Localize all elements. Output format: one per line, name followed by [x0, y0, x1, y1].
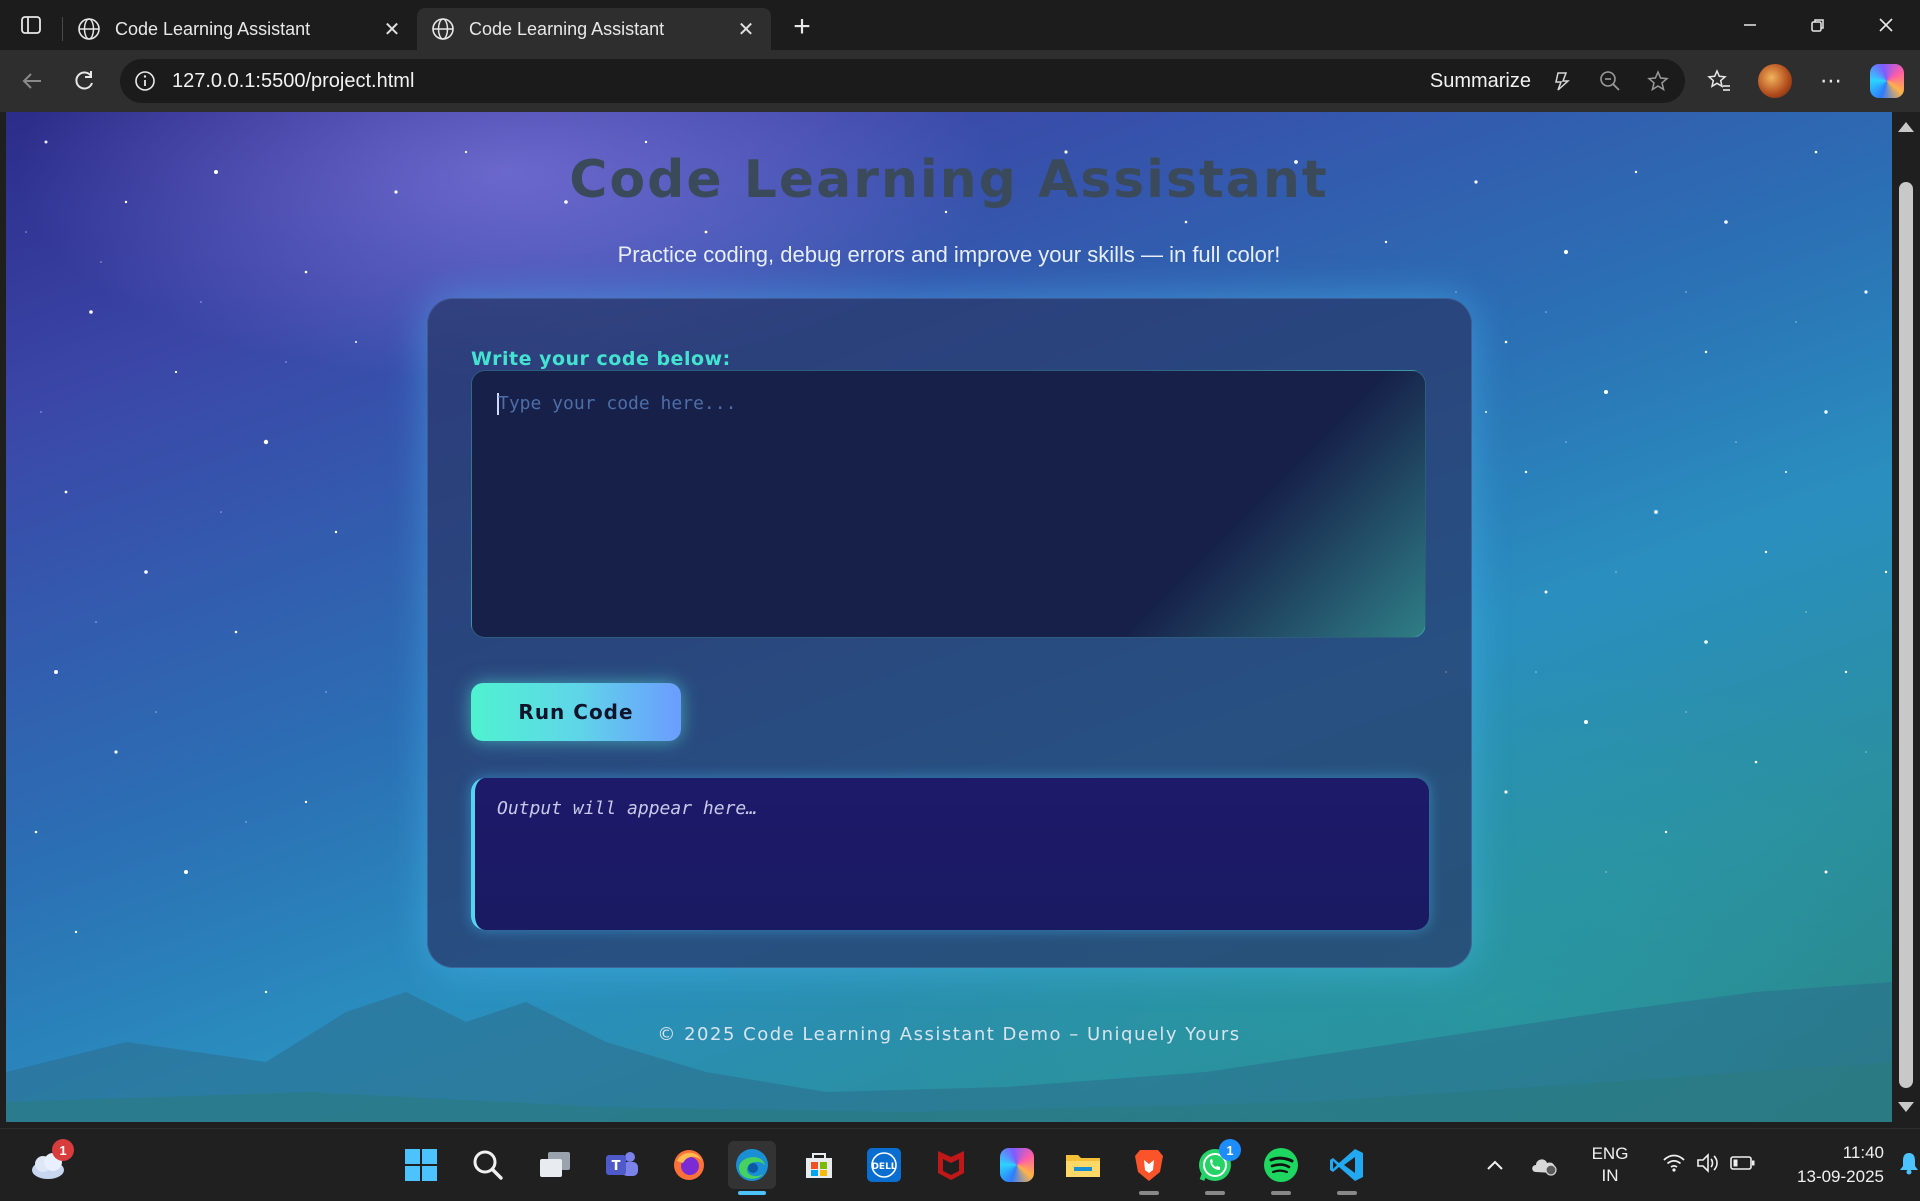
scroll-thumb[interactable]	[1899, 182, 1913, 1088]
minimize-icon[interactable]	[1716, 0, 1784, 50]
whatsapp-icon[interactable]: 1	[1191, 1139, 1241, 1195]
windows-start-icon[interactable]	[397, 1141, 445, 1189]
edge-icon[interactable]	[728, 1141, 776, 1195]
restore-icon[interactable]	[1784, 0, 1852, 50]
page-subtitle: Practice coding, debug errors and improv…	[617, 242, 1281, 267]
onedrive-icon[interactable]	[1522, 1154, 1566, 1176]
info-icon[interactable]	[134, 70, 156, 92]
firefox-icon[interactable]	[665, 1141, 713, 1189]
back-icon[interactable]	[10, 59, 54, 103]
running-indicator	[1337, 1191, 1357, 1195]
tab-actions-icon[interactable]	[0, 0, 62, 50]
more-icon[interactable]: ⋯	[1808, 58, 1854, 104]
tab-2-active[interactable]: Code Learning Assistant ✕	[417, 8, 771, 50]
system-tray: ENG IN 11:40 13-09-2025	[1480, 1129, 1920, 1201]
taskbar: 1 T DELL 1 ENG IN 11:40 13-09-2025	[0, 1128, 1920, 1200]
language-indicator[interactable]: ENG IN	[1580, 1143, 1640, 1187]
globe-icon	[432, 18, 454, 40]
chevron-up-icon[interactable]	[1480, 1159, 1510, 1171]
url-text: 127.0.0.1:5500/project.html	[172, 69, 415, 92]
page-viewport: Code Learning Assistant Practice coding,…	[6, 112, 1892, 1122]
output-panel: Output will appear here…	[471, 778, 1429, 930]
scroll-down-icon[interactable]	[1898, 1102, 1914, 1112]
page-title: Code Learning Assistant	[569, 150, 1329, 210]
output-text: Output will appear here…	[497, 798, 758, 819]
svg-text:T: T	[612, 1159, 621, 1174]
running-indicator	[1205, 1191, 1225, 1195]
close-window-icon[interactable]	[1852, 0, 1920, 50]
weather-badge: 1	[52, 1139, 74, 1161]
plus-icon[interactable]: +	[777, 6, 827, 48]
editor-card: Write your code below: Type your code he…	[427, 298, 1472, 968]
page-footer: © 2025 Code Learning Assistant Demo – Un…	[657, 1024, 1241, 1045]
profile-avatar[interactable]	[1752, 58, 1798, 104]
notification-bell-icon[interactable]	[1898, 1151, 1920, 1180]
copilot-icon[interactable]	[1864, 58, 1910, 104]
whatsapp-badge: 1	[1219, 1139, 1241, 1161]
active-indicator	[738, 1191, 766, 1195]
lang-line1: ENG	[1591, 1144, 1629, 1163]
wifi-icon[interactable]	[1662, 1153, 1686, 1178]
task-view-icon[interactable]	[531, 1141, 579, 1189]
close-icon[interactable]: ✕	[735, 18, 757, 41]
store-icon[interactable]	[795, 1141, 843, 1189]
svg-text:DELL: DELL	[871, 1162, 896, 1172]
favorites-icon[interactable]	[1696, 58, 1742, 104]
page-scrollbar[interactable]	[1892, 112, 1920, 1122]
file-explorer-icon[interactable]	[1059, 1141, 1107, 1189]
tab-1[interactable]: Code Learning Assistant ✕	[63, 8, 417, 50]
tab-title: Code Learning Assistant	[469, 18, 665, 39]
copilot-summarize-icon[interactable]	[1545, 64, 1579, 98]
address-bar[interactable]: 127.0.0.1:5500/project.html Summarize	[120, 59, 1685, 103]
favorite-star-icon[interactable]	[1641, 64, 1675, 98]
address-toolbar: 127.0.0.1:5500/project.html Summarize ⋯	[0, 50, 1920, 112]
running-indicator	[1139, 1191, 1159, 1195]
running-indicator	[1271, 1191, 1291, 1195]
tab-bar: Code Learning Assistant ✕ Code Learning …	[0, 0, 1920, 50]
run-code-button[interactable]: Run Code	[471, 683, 681, 741]
clock-date: 13-09-2025	[1797, 1167, 1884, 1186]
dell-icon[interactable]: DELL	[860, 1141, 908, 1189]
summarize-button[interactable]: Summarize	[1430, 70, 1531, 93]
clock-time: 11:40	[1842, 1143, 1884, 1162]
vscode-icon[interactable]	[1323, 1141, 1371, 1195]
window-controls	[1716, 0, 1920, 50]
scroll-up-icon[interactable]	[1898, 122, 1914, 132]
refresh-icon[interactable]	[62, 59, 106, 103]
globe-icon	[78, 18, 100, 40]
toolbar-right: ⋯	[1696, 50, 1920, 112]
code-label: Write your code below:	[471, 348, 731, 370]
search-icon[interactable]	[464, 1141, 512, 1189]
zoom-out-icon[interactable]	[1593, 64, 1627, 98]
mcafee-icon[interactable]	[927, 1141, 975, 1189]
weather-icon[interactable]: 1	[24, 1139, 74, 1189]
spotify-icon[interactable]	[1257, 1141, 1305, 1195]
volume-icon[interactable]	[1696, 1152, 1720, 1179]
code-placeholder: Type your code here...	[498, 393, 737, 414]
code-input[interactable]: Type your code here...	[471, 370, 1426, 638]
teams-icon[interactable]: T	[598, 1141, 646, 1189]
copilot-app-icon[interactable]	[993, 1141, 1041, 1189]
battery-icon[interactable]	[1730, 1155, 1756, 1176]
lang-line2: IN	[1601, 1166, 1619, 1185]
clock[interactable]: 11:40 13-09-2025	[1786, 1141, 1884, 1189]
brave-icon[interactable]	[1125, 1141, 1173, 1195]
tab-title: Code Learning Assistant	[115, 18, 311, 39]
close-icon[interactable]: ✕	[381, 18, 403, 41]
